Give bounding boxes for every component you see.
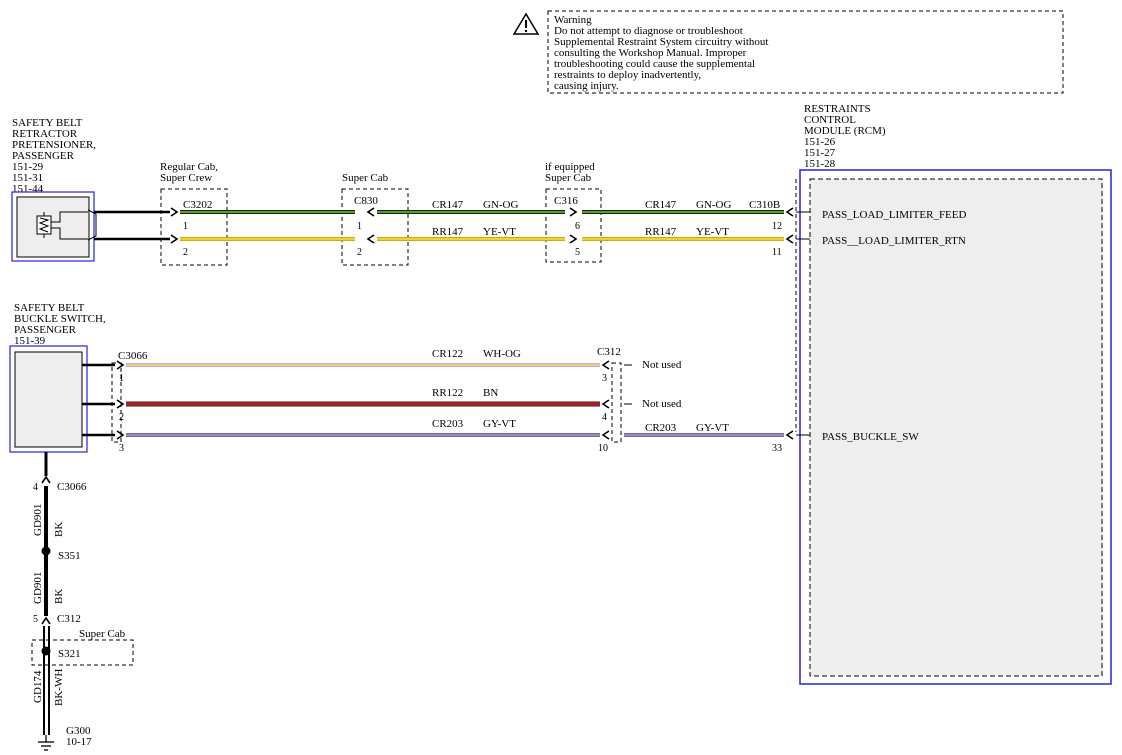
circuit-color: YE-VT	[483, 226, 516, 238]
circuit-color: GY-VT	[483, 418, 516, 430]
connector-c830: C830	[354, 195, 378, 207]
warning-box: Warning Do not attempt to diagnose or tr…	[512, 10, 1064, 94]
circuit-id: RR122	[432, 387, 463, 399]
connector-c3202: C3202	[183, 199, 212, 211]
pin-number: 10	[598, 443, 608, 454]
retractor-body	[16, 196, 97, 258]
circuit-id: GD901	[32, 504, 44, 536]
pin-number: 2	[183, 247, 188, 258]
warning-line: causing injury.	[554, 80, 619, 92]
circuit-id: RR147	[432, 226, 464, 238]
component-label-line: 151-28	[804, 158, 836, 170]
circuit-id: CR147	[645, 199, 677, 211]
circuit-color: GY-VT	[696, 422, 729, 434]
circuit-id: GD901	[32, 572, 44, 604]
pin-number: 3	[602, 373, 607, 384]
connector-c316: C316	[554, 195, 578, 207]
signal-label-buckle-sw: PASS_BUCKLE_SW	[822, 431, 919, 443]
buckle-switch-body	[14, 351, 83, 448]
note-c316: Super Cab	[545, 172, 592, 184]
ground-icon	[38, 735, 54, 751]
signal-label-feed: PASS_LOAD_LIMITER_FEED	[822, 209, 966, 221]
splice-s351: S351	[58, 550, 81, 562]
retractor-label: SAFETY BELT RETRACTOR PRETENSIONER, PASS…	[12, 117, 96, 195]
circuit-id: CR147	[432, 199, 464, 211]
connector-c3066-bottom: C3066	[57, 481, 87, 493]
circuit-color: BK	[53, 589, 65, 604]
splice-s321-dot	[41, 646, 51, 656]
c312-bracket	[611, 362, 622, 443]
circuit-id: CR203	[645, 422, 677, 434]
pin-number: 2	[357, 247, 362, 258]
wiring-diagram: Warning Do not attempt to diagnose or tr…	[9, 10, 1112, 751]
circuit-color: YE-VT	[696, 226, 729, 238]
circuit-id: CR122	[432, 348, 463, 360]
pin-number: 5	[33, 614, 38, 625]
connector-c312: C312	[597, 346, 621, 358]
connector-c310b: C310B	[749, 199, 780, 211]
circuit-id: RR147	[645, 226, 677, 238]
ground-ref: 10-17	[66, 736, 92, 748]
note-super-cab-c830: Super Cab	[342, 172, 389, 184]
pin-number: 4	[602, 412, 607, 423]
rcm-label: RESTRAINTS CONTROL MODULE (RCM) 151-26 1…	[804, 103, 886, 170]
circuit-id: CR203	[432, 418, 464, 430]
warning-icon	[512, 12, 540, 35]
splice-s351-dot	[41, 546, 51, 556]
circuit-color: BN	[483, 387, 498, 399]
splice-s321: S321	[58, 648, 81, 660]
component-label-line: 151-39	[14, 335, 46, 347]
pin-number: 1	[183, 221, 188, 232]
pin-number: 12	[772, 221, 782, 232]
pin-number: 3	[119, 443, 124, 454]
component-label-line: 151-44	[12, 183, 44, 195]
note-not-used: Not used	[642, 398, 682, 410]
pin-number: 1	[357, 221, 362, 232]
pin-number: 33	[772, 443, 782, 454]
connector-c312-bottom: C312	[57, 613, 81, 625]
terminal-chevron	[41, 207, 794, 625]
pin-number: 2	[119, 412, 124, 423]
note-super-cab-s321: Super Cab	[79, 628, 126, 640]
circuit-color: WH-OG	[483, 348, 521, 360]
circuit-id: GD174	[32, 670, 44, 703]
circuit-color: BK-WH	[53, 669, 65, 706]
circuit-color: BK	[53, 522, 65, 537]
rcm-body	[809, 178, 1103, 677]
pin-number: 11	[772, 247, 782, 258]
note-regular-cab: Super Crew	[160, 172, 212, 184]
signal-label-rtn: PASS__LOAD_LIMITER_RTN	[822, 235, 966, 247]
pin-number: 6	[575, 221, 580, 232]
pin-number: 5	[575, 247, 580, 258]
ground-wire	[43, 452, 50, 735]
circuit-color: GN-OG	[483, 199, 518, 211]
note-not-used: Not used	[642, 359, 682, 371]
buckle-switch-label: SAFETY BELT BUCKLE SWITCH, PASSENGER 151…	[14, 302, 106, 347]
pin-number: 4	[33, 482, 38, 493]
connector-c3066: C3066	[118, 350, 148, 362]
circuit-color: GN-OG	[696, 199, 731, 211]
pin-number: 1	[119, 373, 124, 384]
